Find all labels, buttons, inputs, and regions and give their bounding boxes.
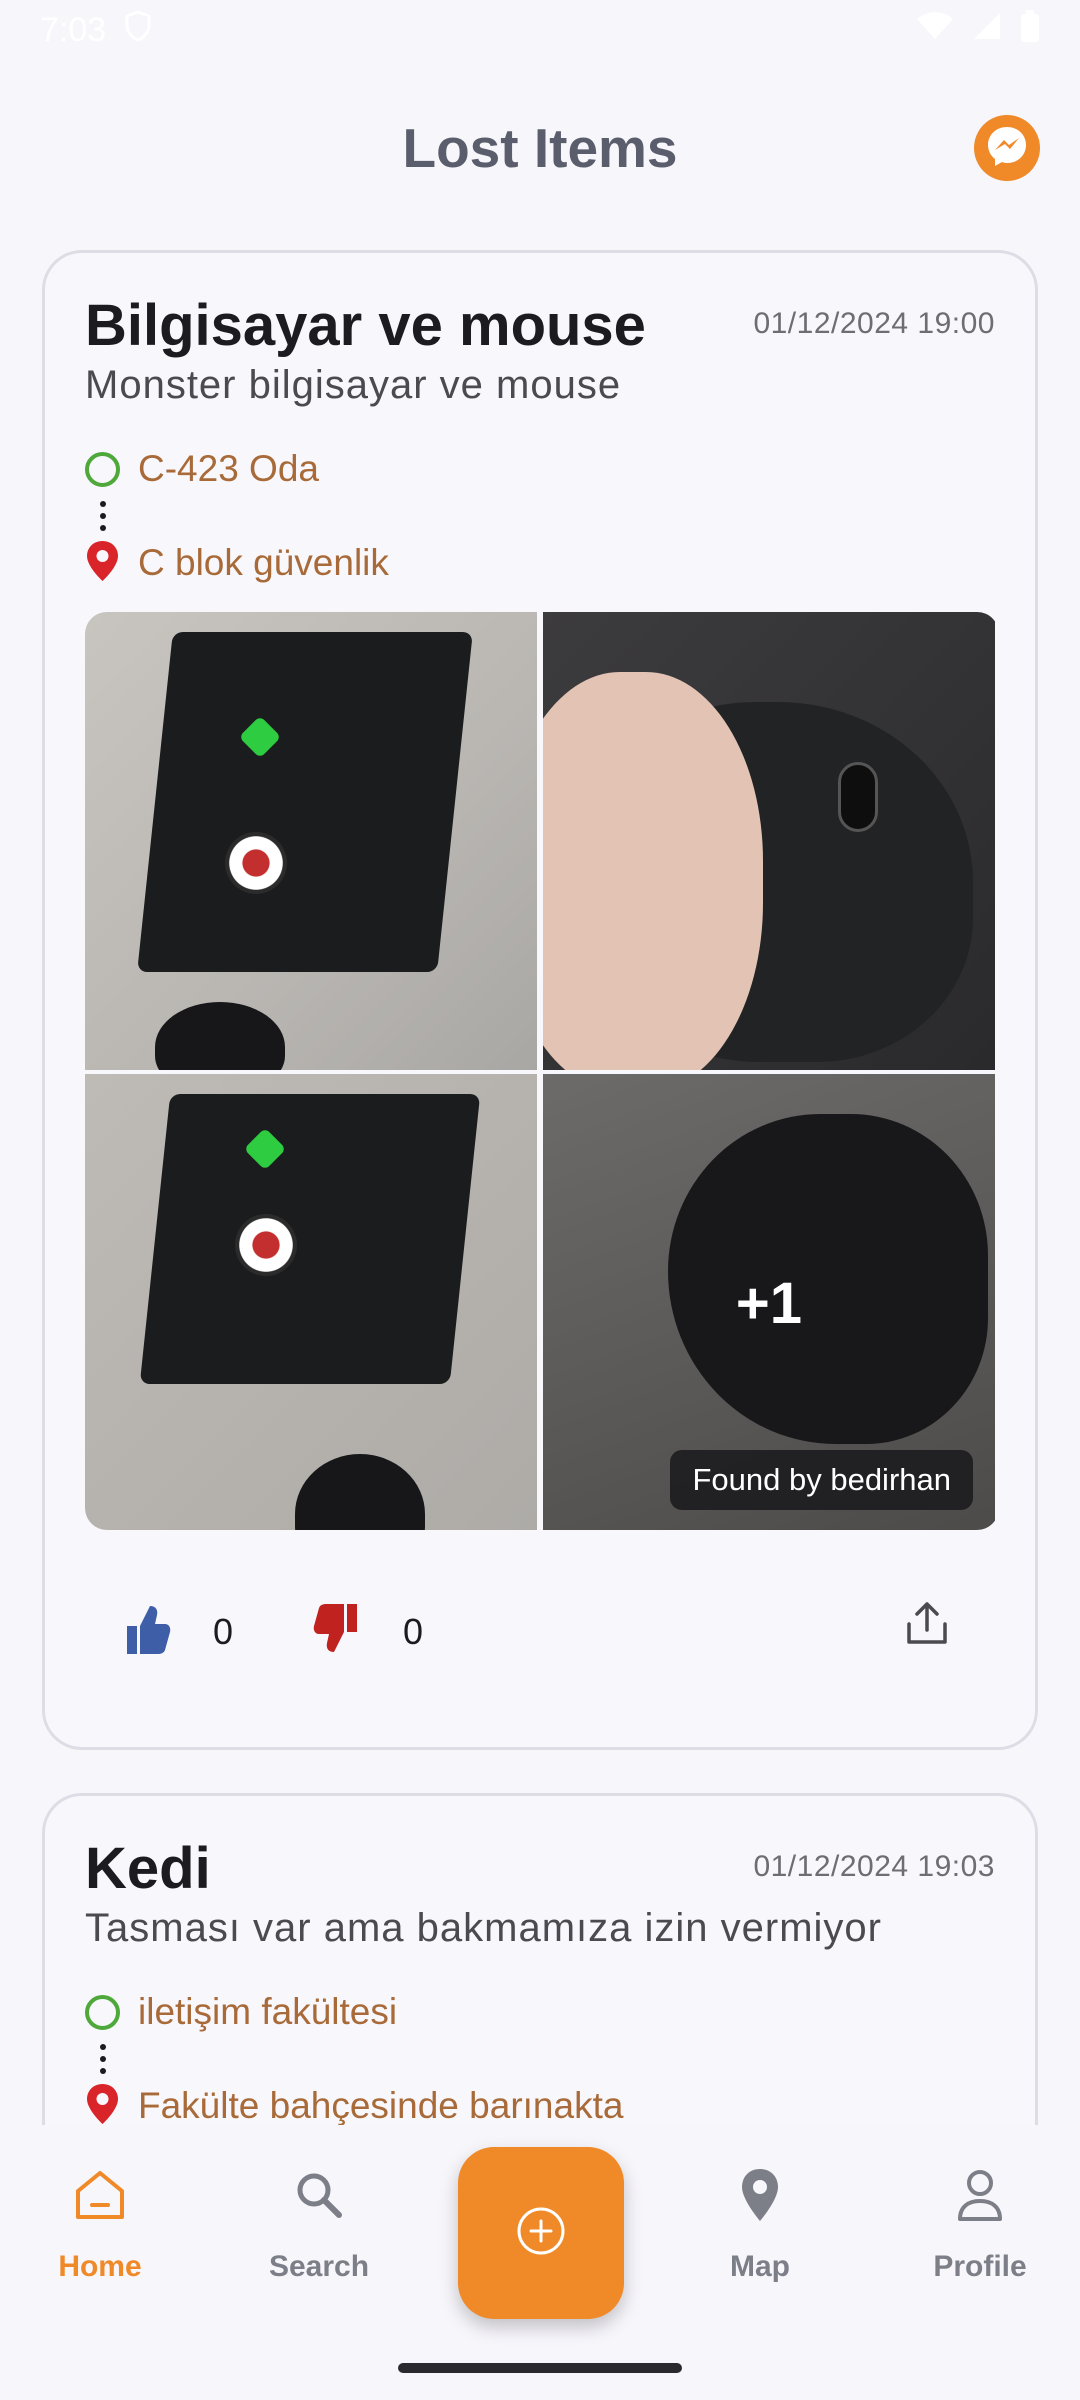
destination-location: Fakülte bahçesinde barınakta bbox=[138, 2085, 624, 2125]
like-button[interactable]: 0 bbox=[123, 1602, 233, 1661]
item-route: iletişim fakültesi Fakülte bahçesinde ba… bbox=[85, 1989, 995, 2125]
card-actions: 0 0 bbox=[85, 1601, 995, 1661]
lost-item-card[interactable]: Bilgisayar ve mouse 01/12/2024 19:00 Mon… bbox=[42, 250, 1038, 1750]
route-origin: iletişim fakültesi bbox=[85, 1989, 995, 2035]
mouse-shape bbox=[295, 1454, 425, 1530]
signal-icon bbox=[972, 11, 1002, 50]
card-header: Bilgisayar ve mouse 01/12/2024 19:00 bbox=[85, 295, 995, 357]
app-header: Lost Items bbox=[0, 95, 1080, 200]
route-destination: C blok güvenlik bbox=[85, 540, 995, 586]
nav-profile[interactable]: Profile bbox=[910, 2165, 1050, 2284]
home-indicator bbox=[398, 2363, 682, 2373]
origin-location: C-423 Oda bbox=[138, 448, 319, 489]
laptop-shape bbox=[139, 1094, 481, 1384]
nav-map[interactable]: Map bbox=[690, 2165, 830, 2284]
item-photo[interactable] bbox=[85, 1074, 537, 1530]
nav-profile-label: Profile bbox=[933, 2250, 1027, 2283]
origin-location: iletişim fakültesi bbox=[138, 1991, 398, 2032]
photo-grid: +1 Found by bedirhan bbox=[85, 612, 999, 1530]
lost-item-card[interactable]: Kedi 01/12/2024 19:03 Tasması var ama ba… bbox=[42, 1793, 1038, 2125]
location-pin-icon bbox=[85, 540, 120, 587]
card-header: Kedi 01/12/2024 19:03 bbox=[85, 1838, 995, 1900]
share-icon bbox=[903, 1600, 951, 1653]
search-icon bbox=[289, 2165, 349, 2230]
person-icon bbox=[950, 2165, 1010, 2230]
status-left: 7:03 bbox=[40, 9, 152, 51]
hand-shape bbox=[543, 672, 763, 1070]
origin-circle-icon bbox=[85, 451, 120, 487]
messenger-button[interactable] bbox=[974, 115, 1040, 181]
thumbs-up-icon bbox=[123, 1602, 171, 1661]
share-button[interactable] bbox=[899, 1598, 955, 1654]
route-dots-icon bbox=[85, 2035, 120, 2083]
nav-home-label: Home bbox=[58, 2250, 142, 2283]
nav-search[interactable]: Search bbox=[249, 2165, 389, 2284]
sticker-shape bbox=[225, 832, 287, 894]
wifi-icon bbox=[916, 11, 954, 50]
nav-map-label: Map bbox=[730, 2250, 790, 2283]
item-date: 01/12/2024 19:03 bbox=[753, 1850, 995, 1883]
dislike-count: 0 bbox=[403, 1610, 424, 1652]
nav-home[interactable]: Home bbox=[30, 2165, 170, 2284]
route-destination: Fakülte bahçesinde barınakta bbox=[85, 2083, 995, 2125]
item-title: Kedi bbox=[85, 1836, 211, 1901]
status-bar: 7:03 bbox=[0, 0, 1080, 60]
like-count: 0 bbox=[213, 1610, 234, 1652]
home-icon bbox=[70, 2165, 130, 2230]
item-description: Tasması var ama bakmamıza izin vermiyor bbox=[85, 1906, 882, 1950]
item-photo-more[interactable]: +1 Found by bedirhan bbox=[543, 1074, 995, 1530]
status-right bbox=[916, 9, 1040, 51]
item-route: C-423 Oda C blok güvenlik bbox=[85, 446, 995, 586]
nav-search-label: Search bbox=[268, 2250, 370, 2283]
location-pin-icon bbox=[85, 2083, 120, 2126]
route-origin: C-423 Oda bbox=[85, 446, 995, 492]
dislike-button[interactable]: 0 bbox=[313, 1602, 423, 1661]
route-dots-icon bbox=[85, 492, 120, 540]
status-time: 7:03 bbox=[40, 10, 107, 49]
found-by-badge: Found by bedirhan bbox=[670, 1450, 973, 1510]
add-item-button[interactable] bbox=[458, 2147, 624, 2319]
item-description: Monster bilgisayar ve mouse bbox=[85, 363, 622, 407]
lost-items-feed[interactable]: Bilgisayar ve mouse 01/12/2024 19:00 Mon… bbox=[0, 250, 1080, 2125]
mouse-shape bbox=[155, 1002, 285, 1070]
item-title: Bilgisayar ve mouse bbox=[85, 293, 646, 358]
origin-circle-icon bbox=[85, 1994, 120, 2030]
bottom-navigation: Home Search Map Profile bbox=[0, 2125, 1080, 2400]
page-title: Lost Items bbox=[402, 116, 678, 179]
thumbs-down-icon bbox=[313, 1602, 361, 1661]
map-pin-icon bbox=[730, 2165, 790, 2230]
messenger-icon bbox=[985, 124, 1029, 173]
item-photo[interactable] bbox=[85, 612, 537, 1070]
mouse-switch-shape bbox=[838, 762, 878, 832]
item-photo[interactable] bbox=[543, 612, 995, 1070]
item-date: 01/12/2024 19:00 bbox=[753, 307, 995, 340]
add-circle-icon bbox=[514, 2204, 568, 2263]
laptop-shape bbox=[137, 632, 473, 972]
battery-icon bbox=[1020, 9, 1040, 51]
location-status-icon bbox=[124, 9, 152, 51]
sticker-shape bbox=[235, 1214, 297, 1276]
destination-location: C blok güvenlik bbox=[138, 542, 389, 583]
